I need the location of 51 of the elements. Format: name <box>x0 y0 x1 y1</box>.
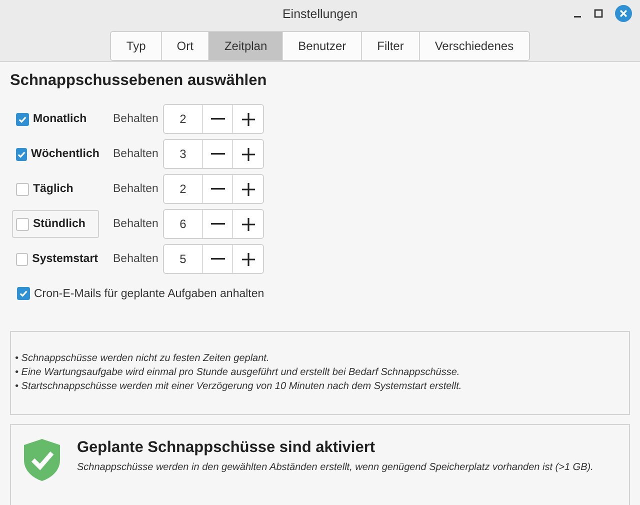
plus-icon <box>242 218 254 230</box>
option-label: Monatlich <box>33 113 87 125</box>
checkbox[interactable] <box>16 252 28 266</box>
number-field[interactable]: 5 <box>164 245 203 273</box>
window-title: Einstellungen <box>282 7 358 23</box>
keep-label: Behalten <box>113 148 160 160</box>
minus-icon <box>210 118 224 120</box>
status-message: Schnappschüsse werden in den gewählten Abständen erstellt, wenn genügend Speicherplatz vorhanden ist (>1 GB). <box>77 462 594 473</box>
option-label: Stündlich <box>33 218 86 230</box>
note-text: • Schnappschüsse werden nicht zu festen Zeiten geplant. <box>15 352 270 366</box>
minus-icon <box>210 258 224 260</box>
tab[interactable]: Benutzer <box>283 32 362 60</box>
option-label: Cron-E-Mails für geplante Aufgaben anhalten <box>34 288 264 300</box>
checkbox[interactable] <box>16 148 27 160</box>
note-text: • Startschnappschüsse werden mit einer Verzögerung von 10 Minuten nach dem Systemstart erstellt. <box>15 380 463 394</box>
number-field[interactable]: 6 <box>164 210 203 238</box>
checkbox[interactable] <box>17 287 30 300</box>
section-title: Schnappschussebenen auswählen <box>10 72 268 90</box>
minus-icon <box>210 188 224 190</box>
plus-icon <box>242 148 254 160</box>
tab[interactable]: Filter <box>362 32 420 60</box>
note-text: • Eine Wartungsaufgabe wird einmal pro Stunde ausgeführt und erstellt bei Bedarf Schnappschüsse. <box>15 366 461 380</box>
option-label: Wöchentlich <box>31 148 100 160</box>
checkbox[interactable] <box>16 182 29 196</box>
checkbox[interactable] <box>16 112 29 126</box>
tab[interactable]: Typ <box>111 32 162 60</box>
number-field[interactable]: 2 <box>164 105 203 133</box>
keep-label: Behalten <box>113 253 160 265</box>
keep-label: Behalten <box>113 183 160 195</box>
option-label: Systemstart <box>32 253 98 265</box>
plus-icon <box>242 112 254 126</box>
status-title: Geplante Schnappschüsse sind aktiviert <box>77 439 376 457</box>
tab[interactable]: Verschiedenes <box>420 32 529 60</box>
close-icon[interactable] <box>615 5 632 22</box>
tab[interactable]: Zeitplan <box>209 32 284 60</box>
checkmark-icon <box>17 150 26 158</box>
keep-label: Behalten <box>113 218 160 230</box>
option-label: Täglich <box>33 183 74 195</box>
checkmark-icon <box>19 289 28 298</box>
tab[interactable]: Ort <box>162 32 210 60</box>
minus-icon <box>210 223 224 225</box>
maximize-icon[interactable] <box>594 9 603 18</box>
shield-check-icon <box>23 438 61 482</box>
number-field[interactable]: 3 <box>164 140 203 168</box>
checkmark-icon <box>18 114 27 124</box>
number-field[interactable]: 2 <box>164 175 203 203</box>
plus-icon <box>242 182 254 196</box>
keep-label: Behalten <box>113 113 160 125</box>
plus-icon <box>242 252 254 266</box>
checkbox[interactable] <box>16 218 29 230</box>
minus-icon <box>210 153 224 155</box>
